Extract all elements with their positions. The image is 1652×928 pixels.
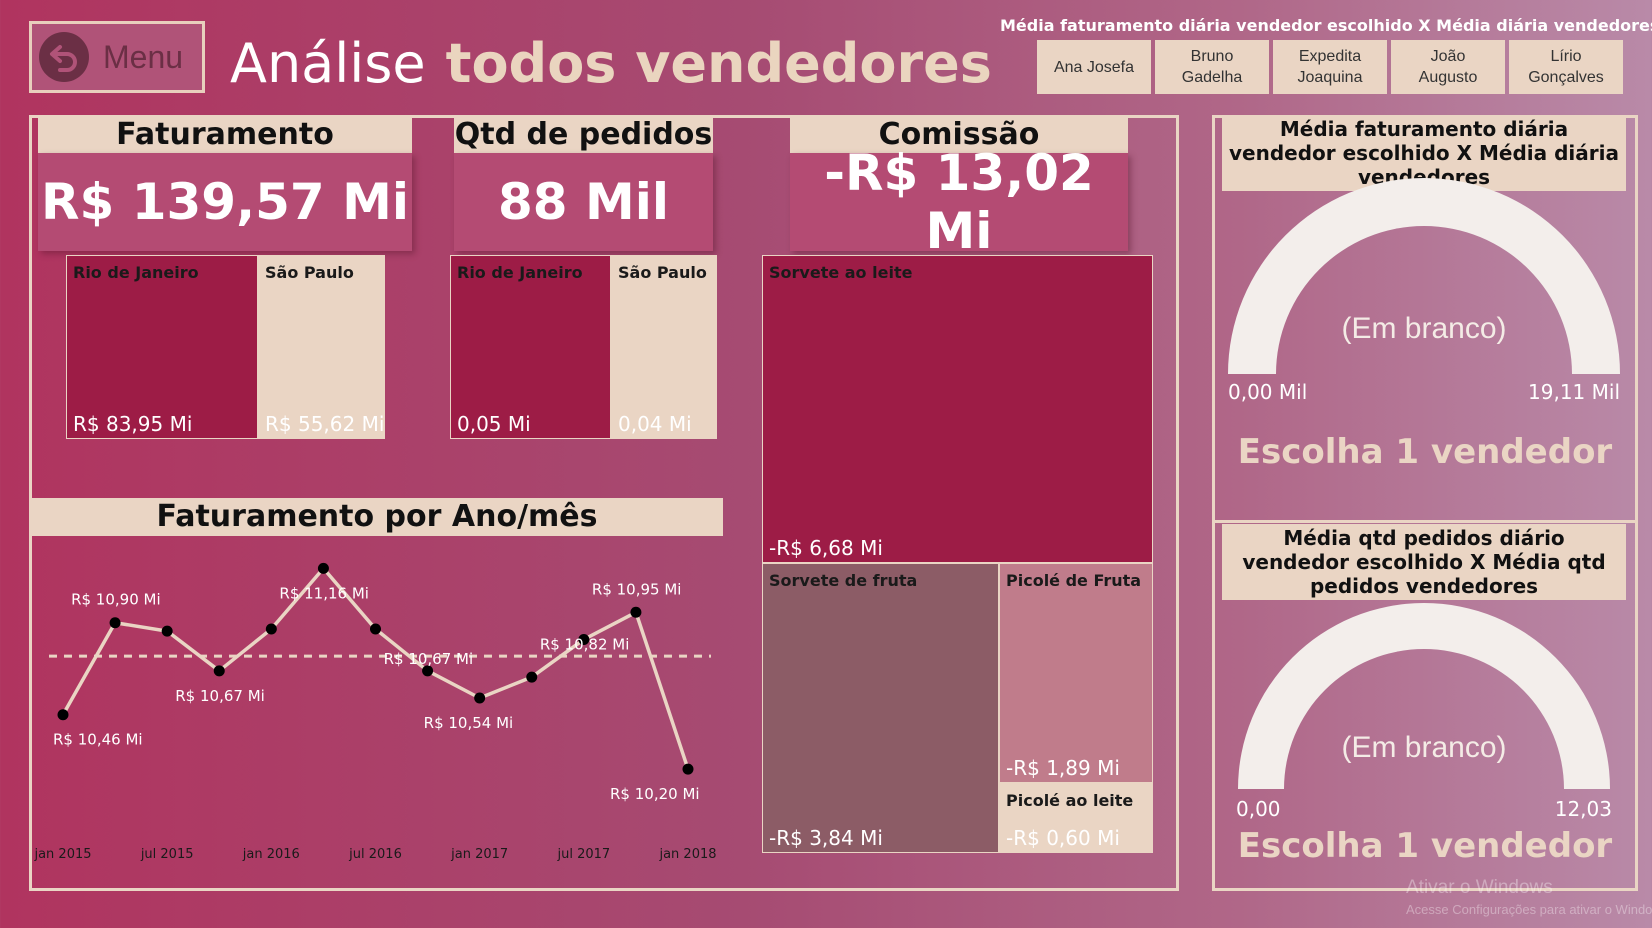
gauge2-title: Média qtd pedidos diário vendedor escolh… — [1222, 524, 1626, 600]
tile-value: -R$ 1,89 Mi — [1006, 756, 1120, 780]
treemap-tile-faturamento-sp[interactable]: São Paulo R$ 55,62 Mi — [258, 255, 385, 439]
activation-watermark-title: Ativar o Windows — [1406, 877, 1553, 898]
gauge2-min: 0,00 — [1236, 797, 1281, 821]
gauge1-min: 0,00 Mil — [1228, 380, 1308, 404]
data-label: R$ 10,20 Mi — [610, 785, 700, 803]
data-point[interactable] — [213, 665, 225, 677]
seller-option-label: Bruno — [1190, 48, 1234, 65]
data-label: R$ 10,82 Mi — [540, 635, 630, 653]
tile-label: Rio de Janeiro — [457, 263, 583, 282]
data-point[interactable] — [109, 617, 121, 629]
treemap-tile-sorvete-ao-leite[interactable]: Sorvete ao leite -R$ 6,68 Mi — [762, 255, 1153, 563]
tile-label: São Paulo — [265, 263, 354, 282]
kpi-comissao-card: Comissão -R$ 13,02 Mi — [790, 117, 1128, 260]
gauge1-center-text: (Em branco) — [1341, 312, 1507, 345]
seller-option-label: Ana Josefa — [1053, 58, 1135, 76]
data-point[interactable] — [57, 709, 69, 721]
x-tick-label: jul 2015 — [140, 847, 194, 862]
data-label: R$ 10,67 Mi — [384, 650, 474, 668]
page-title-part2: todos vendedores — [445, 32, 992, 95]
x-tick-label: jan 2016 — [242, 847, 300, 862]
gauge2-center-text: (Em branco) — [1341, 731, 1507, 764]
gauge2-max: 12,03 — [1554, 797, 1612, 821]
treemap-tile-sorvete-de-fruta[interactable]: Sorvete de fruta -R$ 3,84 Mi — [762, 563, 999, 853]
data-point[interactable] — [682, 763, 694, 775]
data-label: R$ 11,16 Mi — [279, 584, 369, 602]
treemap-tile-faturamento-rj[interactable]: Rio de Janeiro R$ 83,95 Mi — [66, 255, 258, 439]
seller-option-label: Expedita — [1298, 48, 1362, 65]
treemap-tile-pedidos-sp[interactable]: São Paulo 0,04 Mi — [611, 255, 717, 439]
seller-option-lirio-goncalves[interactable]: Lírio Gonçalves — [1509, 40, 1623, 94]
page-title: Análise todos vendedores — [230, 32, 992, 102]
data-point[interactable] — [317, 562, 329, 574]
kpi-comissao-value: -R$ 13,02 Mi — [790, 144, 1128, 260]
menu-label: Menu — [103, 38, 184, 75]
kpi-faturamento-value: R$ 139,57 Mi — [38, 153, 412, 251]
x-tick-label: jul 2016 — [348, 847, 402, 862]
tile-value: 0,05 Mi — [457, 412, 531, 436]
kpi-pedidos-title: Qtd de pedidos — [454, 117, 713, 153]
gauge-divider — [1212, 520, 1638, 523]
page-title-part1: Análise — [230, 32, 426, 95]
line-chart-title: Faturamento por Ano/mês — [31, 498, 723, 536]
tile-label: Sorvete ao leite — [769, 263, 913, 282]
seller-option-label: Lírio — [1550, 48, 1582, 65]
tile-label: Picolé ao leite — [1006, 791, 1134, 810]
data-label: R$ 10,95 Mi — [592, 580, 682, 598]
tile-value: -R$ 6,68 Mi — [769, 536, 883, 560]
x-tick-label: jan 2017 — [450, 847, 508, 862]
seller-option-bruno-gadelha[interactable]: Bruno Gadelha — [1155, 40, 1269, 94]
data-point[interactable] — [474, 692, 486, 704]
menu-button[interactable]: Menu — [29, 21, 205, 93]
back-arrow-icon — [39, 32, 89, 82]
tile-label: Rio de Janeiro — [73, 263, 199, 282]
seller-slicer: Ana Josefa Bruno Gadelha Expedita Joaquina… — [1037, 40, 1623, 94]
seller-option-label-2: Joaquina — [1297, 69, 1363, 86]
seller-option-label-2: Gonçalves — [1528, 69, 1604, 86]
tile-value: 0,04 Mi — [618, 412, 692, 436]
treemap-tile-pedidos-rj[interactable]: Rio de Janeiro 0,05 Mi — [450, 255, 611, 439]
data-point[interactable] — [161, 625, 173, 637]
kpi-faturamento-title: Faturamento — [38, 117, 412, 153]
data-point[interactable] — [265, 623, 277, 635]
tile-label: Picolé de Fruta — [1006, 571, 1142, 590]
x-tick-label: jan 2015 — [33, 847, 91, 862]
data-point[interactable] — [526, 671, 538, 683]
tile-value: R$ 55,62 Mi — [265, 412, 385, 436]
seller-option-expedita-joaquina[interactable]: Expedita Joaquina — [1273, 40, 1387, 94]
tile-value: R$ 83,95 Mi — [73, 412, 193, 436]
kpi-pedidos-value: 88 Mil — [454, 153, 713, 251]
data-label: R$ 10,46 Mi — [53, 731, 143, 749]
line-chart[interactable]: R$ 10,46 Mi R$ 10,90 Mi R$ 10,67 Mi R$ 11,1… — [31, 540, 723, 870]
seller-option-label: João — [1430, 48, 1466, 65]
data-point[interactable] — [630, 606, 642, 618]
data-label: R$ 10,54 Mi — [424, 714, 514, 732]
data-point[interactable] — [370, 623, 381, 635]
tile-label: São Paulo — [618, 263, 707, 282]
gauge1-max: 19,11 Mil — [1528, 380, 1620, 404]
kpi-faturamento-card: Faturamento R$ 139,57 Mi — [38, 117, 412, 251]
tile-label: Sorvete de fruta — [769, 571, 918, 590]
slicer-title: Média faturamento diária vendedor escolh… — [1000, 16, 1652, 35]
data-label: R$ 10,90 Mi — [71, 591, 161, 609]
tile-value: -R$ 3,84 Mi — [769, 826, 883, 850]
gauge2-message: Escolha 1 vendedor — [1237, 826, 1613, 866]
kpi-pedidos-card: Qtd de pedidos 88 Mil — [454, 117, 713, 251]
seller-option-label-2: Gadelha — [1181, 69, 1243, 86]
seller-option-ana-josefa[interactable]: Ana Josefa — [1037, 40, 1151, 94]
gauge1-message: Escolha 1 vendedor — [1237, 432, 1613, 472]
x-tick-label: jan 2018 — [658, 847, 716, 862]
seller-option-joao-augusto[interactable]: João Augusto — [1391, 40, 1505, 94]
treemap-tile-picole-ao-leite[interactable]: Picolé ao leite -R$ 0,60 Mi — [999, 783, 1153, 853]
activation-watermark-text: Acesse Configurações para ativar o Windo… — [1406, 902, 1652, 917]
data-label: R$ 10,67 Mi — [175, 687, 265, 705]
seller-option-label-2: Augusto — [1418, 69, 1478, 86]
gauge1 — [1228, 178, 1620, 374]
treemap-tile-picole-de-fruta[interactable]: Picolé de Fruta -R$ 1,89 Mi — [999, 563, 1153, 783]
x-tick-label: jul 2017 — [556, 847, 610, 862]
tile-value: -R$ 0,60 Mi — [1006, 826, 1120, 850]
